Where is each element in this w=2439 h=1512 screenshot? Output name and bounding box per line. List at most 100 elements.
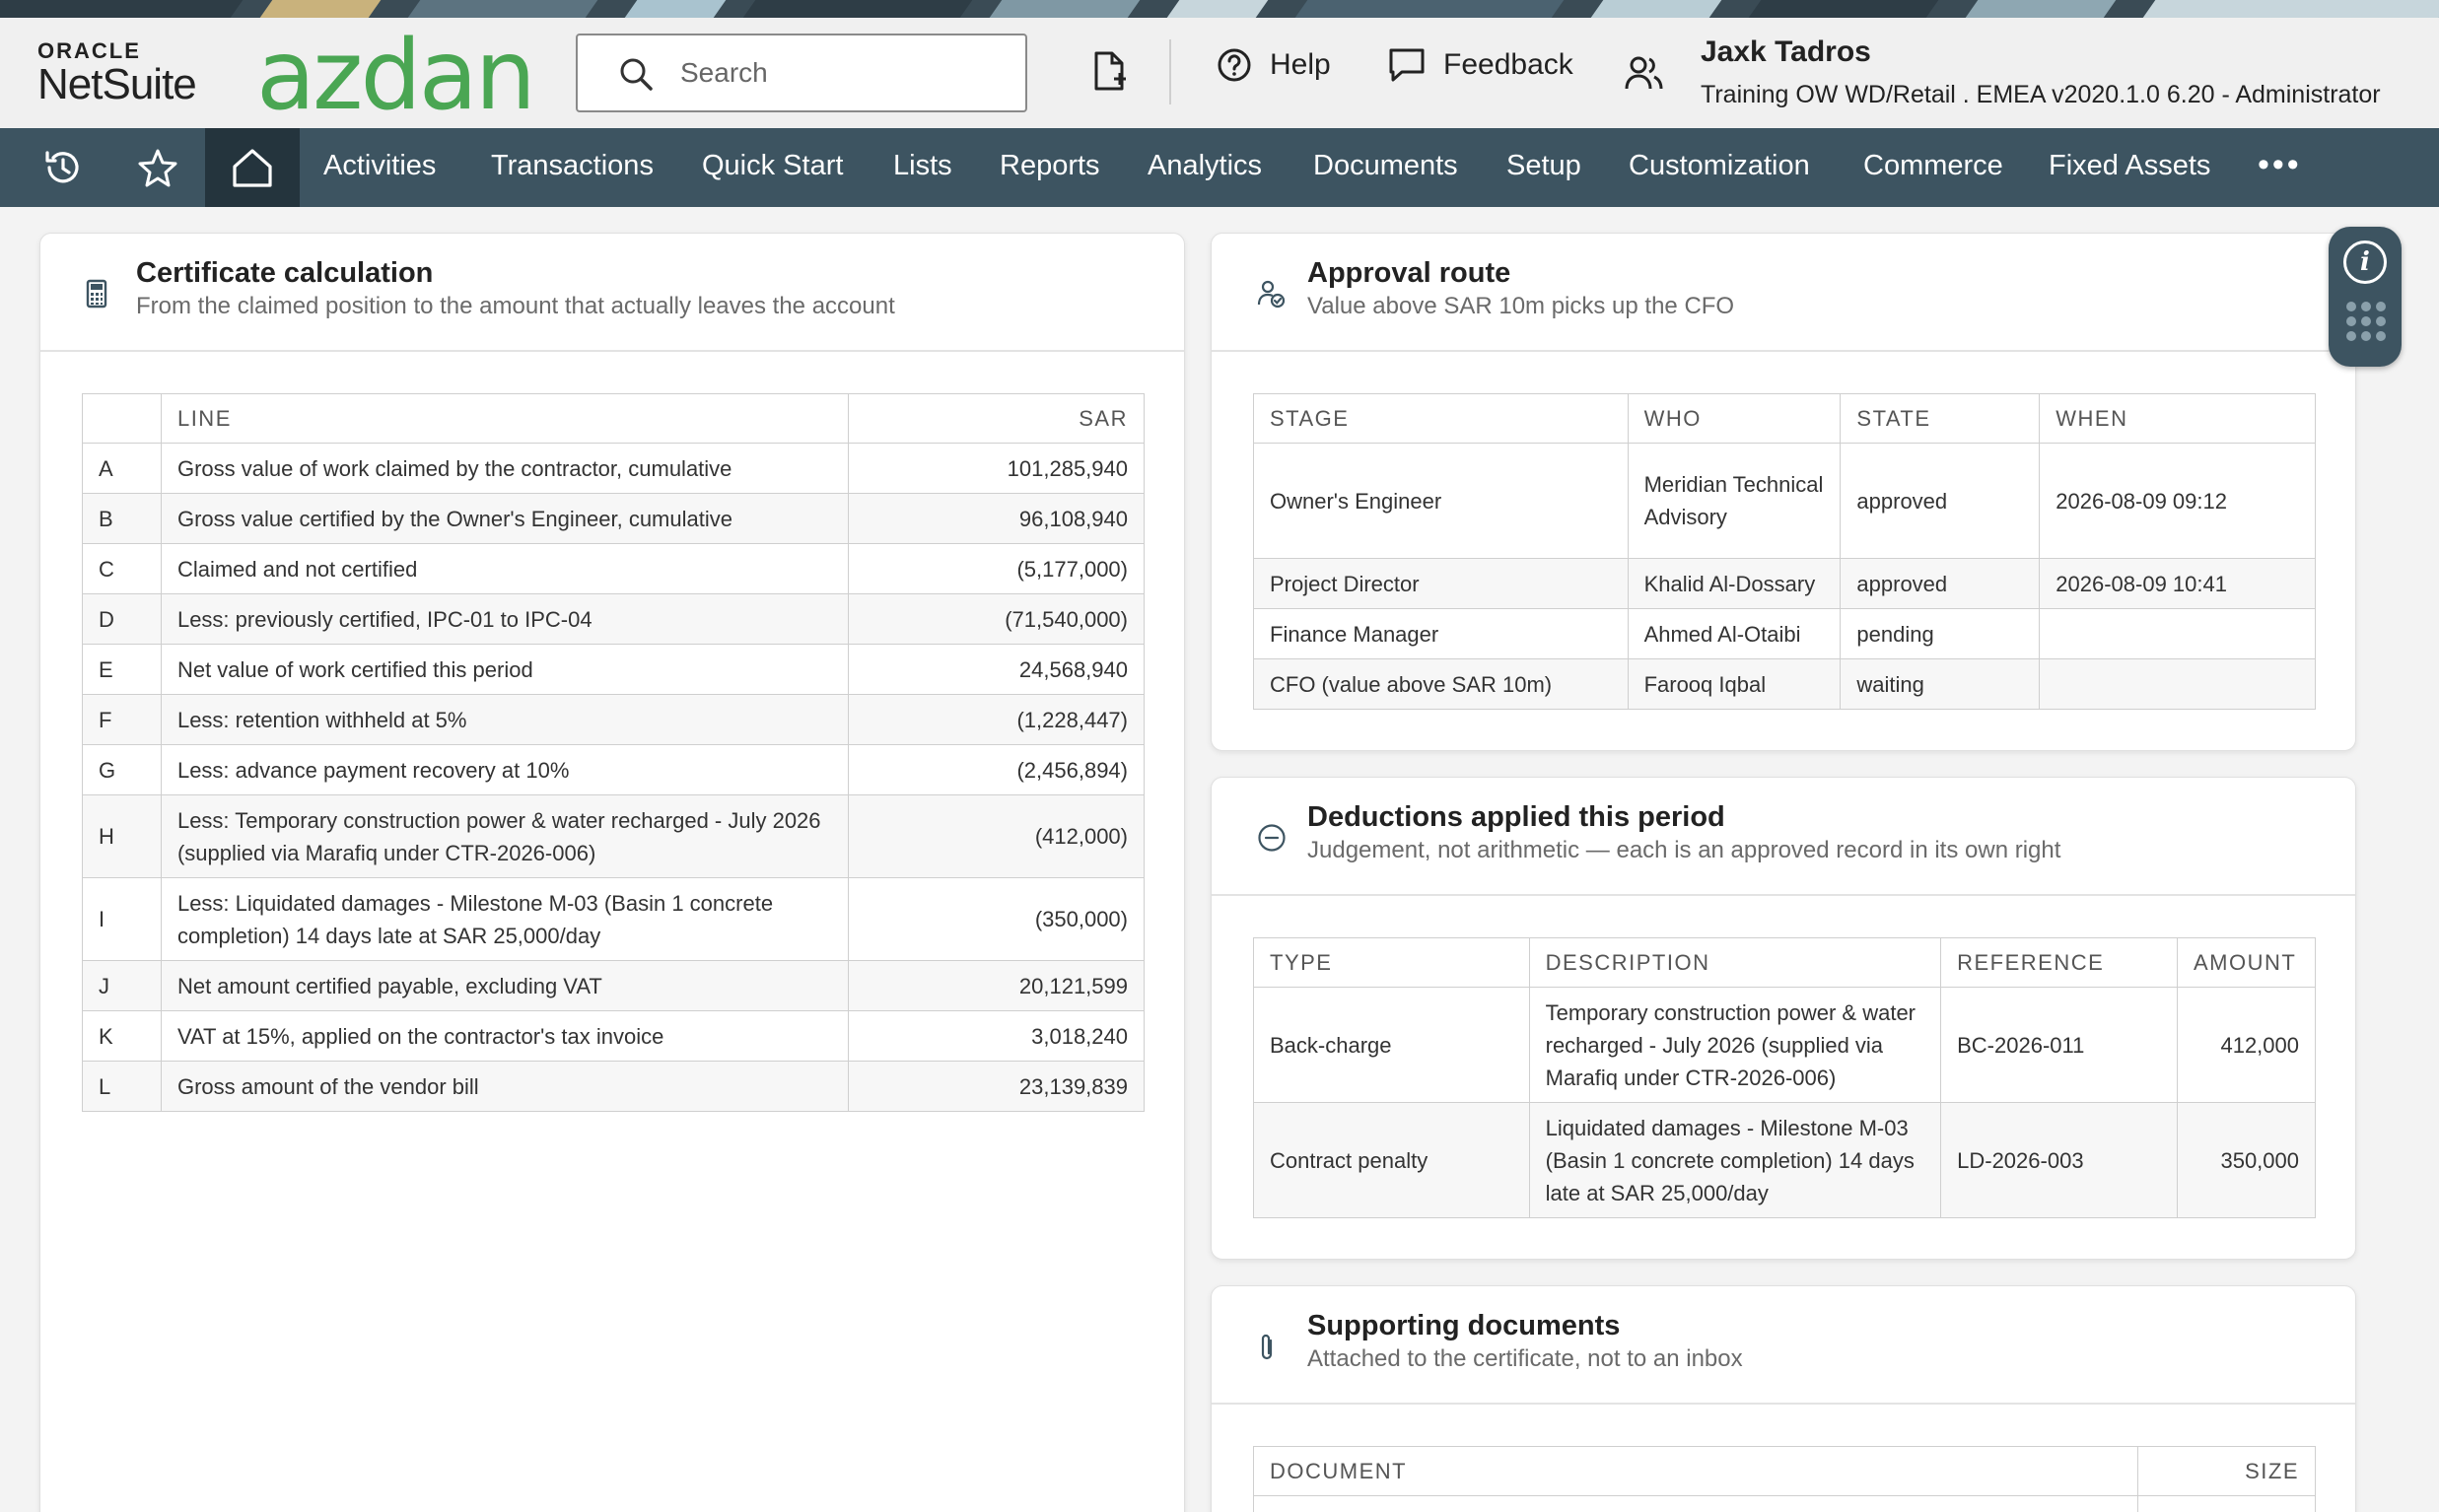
nav-customization[interactable]: Customization	[1629, 150, 1810, 182]
nav-commerce[interactable]: Commerce	[1863, 150, 2003, 182]
row-line: Less: retention withheld at 5%	[160, 694, 850, 745]
deductions-panel: Deductions applied this period Judgement…	[1211, 777, 2356, 1260]
column-header-amount: AMOUNT	[2176, 937, 2317, 988]
row-line: Less: previously certified, IPC-01 to IP…	[160, 593, 850, 645]
panel-title: Approval route	[1307, 257, 1511, 289]
feedback-label: Feedback	[1443, 48, 1573, 81]
role-switcher[interactable]	[1625, 55, 1664, 96]
row-reference[interactable]: BC-2026-011	[1940, 987, 2178, 1103]
global-search[interactable]	[576, 34, 1027, 112]
main-navigation: Activities Transactions Quick Start List…	[0, 128, 2439, 207]
table-row: E Net value of work certified this perio…	[82, 644, 1145, 695]
row-sar: (71,540,000)	[848, 593, 1145, 645]
new-record-button[interactable]	[1092, 51, 1146, 91]
nav-reports[interactable]: Reports	[1000, 150, 1100, 182]
row-line: Net value of work certified this period	[160, 644, 850, 695]
panel-header: Certificate calculation From the claimed…	[40, 234, 1184, 352]
page-help-widget[interactable]: i	[2329, 227, 2402, 367]
star-icon	[138, 149, 177, 187]
row-when: 2026-08-09 09:12	[2039, 443, 2316, 559]
column-header-size: SIZE	[2137, 1446, 2316, 1496]
table-row: K VAT at 15%, applied on the contractor'…	[82, 1010, 1145, 1062]
search-input[interactable]	[680, 53, 996, 93]
nav-lists[interactable]: Lists	[893, 150, 952, 182]
approval-table: STAGE WHO STATE WHEN Owner's Engineer Me…	[1253, 393, 2316, 710]
row-who: Meridian Technical Advisory	[1627, 443, 1842, 559]
minus-circle-icon	[1258, 824, 1286, 852]
info-icon[interactable]: i	[2343, 241, 2387, 284]
column-header-description: DESCRIPTION	[1528, 937, 1942, 988]
row-line: Gross value certified by the Owner's Eng…	[160, 493, 850, 544]
netsuite-wordmark: NetSuite	[37, 60, 197, 108]
table-row: Project Director Khalid Al-Dossary appro…	[1253, 558, 2316, 609]
column-header-reference: REFERENCE	[1940, 937, 2178, 988]
column-header-when: WHEN	[2039, 393, 2316, 444]
row-state: pending	[1840, 608, 2041, 659]
recent-records-button[interactable]	[16, 128, 110, 207]
panel-header: Supporting documents Attached to the cer…	[1212, 1286, 2355, 1405]
row-stage: Owner's Engineer	[1253, 443, 1629, 559]
column-header-state: STATE	[1840, 393, 2041, 444]
row-when	[2039, 658, 2316, 710]
table-header-row: TYPE DESCRIPTION REFERENCE AMOUNT	[1253, 937, 2317, 988]
panel-header: Approval route Value above SAR 10m picks…	[1212, 234, 2355, 352]
deductions-table: TYPE DESCRIPTION REFERENCE AMOUNT Back-c…	[1253, 937, 2317, 1218]
table-row: L Gross amount of the vendor bill 23,139…	[82, 1061, 1145, 1112]
user-name[interactable]: Jaxk Tadros	[1701, 35, 1871, 69]
home-icon	[233, 149, 272, 187]
row-key: A	[82, 443, 162, 494]
table-header-row: STAGE WHO STATE WHEN	[1253, 393, 2316, 444]
feedback-button[interactable]: Feedback	[1388, 47, 1573, 83]
oracle-netsuite-logo[interactable]: ORACLE NetSuite	[37, 39, 205, 108]
column-header-key	[82, 393, 162, 444]
panel-subtitle: From the claimed position to the amount …	[136, 293, 895, 319]
row-when: 2026-08-09 10:41	[2039, 558, 2316, 609]
row-key: I	[82, 877, 162, 961]
row-stage: CFO (value above SAR 10m)	[1253, 658, 1629, 710]
nav-transactions[interactable]: Transactions	[491, 150, 654, 182]
row-who: Khalid Al-Dossary	[1627, 558, 1842, 609]
row-sar: 20,121,599	[848, 960, 1145, 1011]
row-reference[interactable]: LD-2026-003	[1940, 1102, 2178, 1218]
nav-activities[interactable]: Activities	[323, 150, 436, 182]
help-icon	[1218, 48, 1251, 82]
top-decorative-stripe	[0, 0, 2439, 18]
column-header-who: WHO	[1627, 393, 1842, 444]
row-stage: Project Director	[1253, 558, 1629, 609]
nav-documents[interactable]: Documents	[1313, 150, 1458, 182]
nav-quick-start[interactable]: Quick Start	[702, 150, 843, 182]
row-sar: (2,456,894)	[848, 744, 1145, 795]
table-row	[1252, 1495, 2316, 1512]
row-type: Back-charge	[1253, 987, 1530, 1103]
nav-fixed-assets[interactable]: Fixed Assets	[2049, 150, 2210, 182]
column-header-sar: SAR	[848, 393, 1145, 444]
row-sar: 24,568,940	[848, 644, 1145, 695]
panel-title: Supporting documents	[1307, 1310, 1621, 1341]
row-size	[2137, 1495, 2316, 1512]
calculator-icon	[86, 279, 107, 309]
global-header: ORACLE NetSuite azdan Help Feedback	[0, 18, 2439, 132]
help-button[interactable]: Help	[1217, 47, 1331, 83]
row-line: Gross value of work claimed by the contr…	[160, 443, 850, 494]
user-role[interactable]: Training OW WD/Retail . EMEA v2020.1.0 6…	[1701, 81, 2381, 109]
row-stage: Finance Manager	[1253, 608, 1629, 659]
table-header-row: LINE SAR	[82, 393, 1145, 444]
approver-icon	[1257, 280, 1286, 309]
header-divider	[1169, 39, 1171, 104]
nav-more-button[interactable]: •••	[2258, 146, 2302, 184]
company-logo: azdan	[256, 20, 536, 132]
grid-dots-icon[interactable]	[2346, 302, 2386, 341]
shortcuts-button[interactable]	[110, 128, 205, 207]
row-amount: 350,000	[2176, 1102, 2317, 1218]
nav-analytics[interactable]: Analytics	[1148, 150, 1262, 182]
nav-setup[interactable]: Setup	[1506, 150, 1581, 182]
table-row: Finance Manager Ahmed Al-Otaibi pending	[1253, 608, 2316, 659]
home-button[interactable]	[205, 128, 300, 207]
row-key: C	[82, 543, 162, 594]
approval-route-panel: Approval route Value above SAR 10m picks…	[1211, 233, 2356, 751]
recent-icon	[45, 151, 79, 183]
row-amount: 412,000	[2176, 987, 2317, 1103]
panel-title: Deductions applied this period	[1307, 801, 1725, 833]
column-header-document: DOCUMENT	[1252, 1446, 2139, 1496]
help-label: Help	[1270, 48, 1331, 81]
